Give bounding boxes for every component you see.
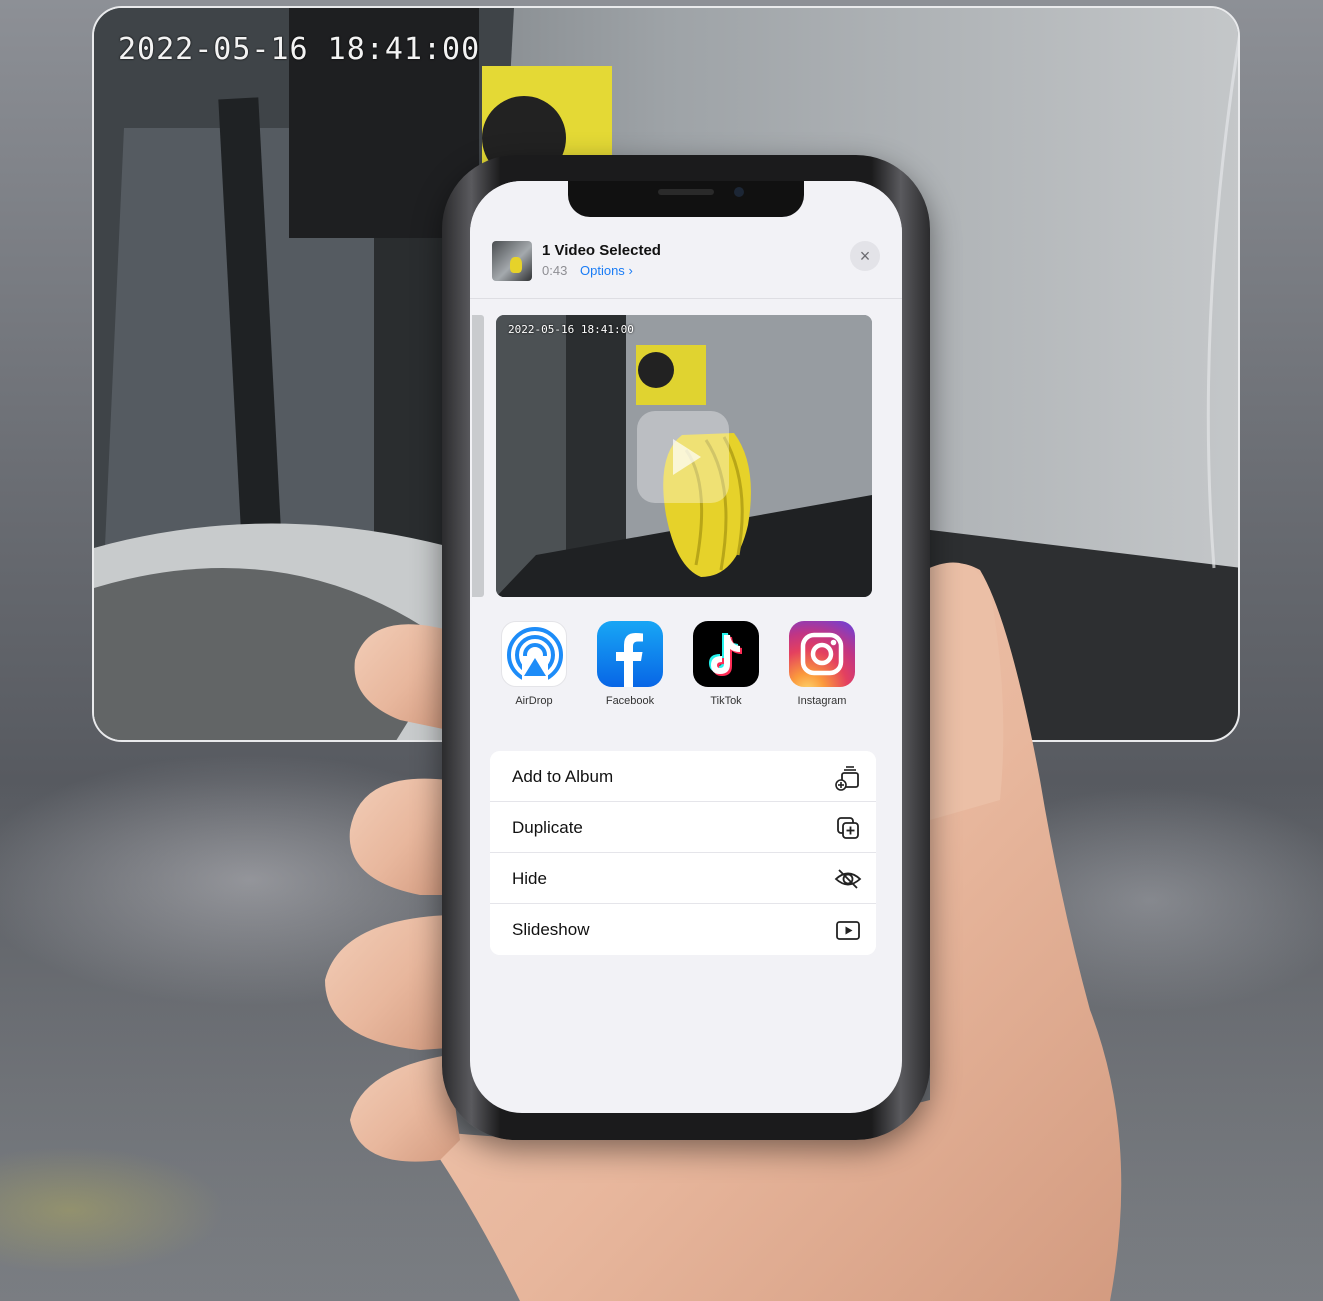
facebook-icon [597, 621, 663, 687]
action-hide[interactable]: Hide [490, 853, 876, 904]
play-icon[interactable] [637, 411, 729, 503]
media-preview-carousel[interactable]: 2022-05-16 18:41:00 [470, 313, 902, 597]
chevron-right-icon: › [628, 263, 633, 278]
instagram-icon [789, 621, 855, 687]
earpiece-speaker [658, 189, 714, 195]
action-label: Duplicate [512, 818, 583, 837]
action-duplicate[interactable]: Duplicate [490, 802, 876, 853]
options-label: Options [580, 263, 625, 278]
preview-timestamp: 2022-05-16 18:41:00 [508, 323, 634, 336]
add-to-album-icon [835, 766, 859, 791]
camera-timestamp: 2022-05-16 18:41:00 [118, 32, 481, 67]
close-icon: × [859, 246, 871, 266]
tiktok-icon [693, 621, 759, 687]
slideshow-play-icon [836, 921, 860, 940]
action-label: Add to Album [512, 767, 614, 786]
front-camera [734, 187, 744, 197]
duplicate-icon [837, 817, 859, 839]
phone-screen: 1 Video Selected 0:43 Options › × 2022-0… [470, 181, 902, 1113]
close-button[interactable]: × [850, 241, 880, 271]
share-app-instagram[interactable]: Instagram [782, 621, 862, 707]
action-label: Slideshow [512, 920, 590, 939]
video-duration: 0:43 [542, 263, 568, 278]
action-slideshow[interactable]: Slideshow [490, 904, 876, 955]
app-label: Facebook [605, 695, 655, 707]
video-thumbnail [492, 241, 532, 281]
previous-item-peek[interactable] [472, 315, 484, 597]
options-link[interactable]: Options › [580, 263, 633, 278]
selection-title: 1 Video Selected [542, 242, 661, 259]
share-apps-row: AirDrop Facebook TikTok Instagram [470, 621, 902, 721]
share-app-tiktok[interactable]: TikTok [686, 621, 766, 707]
iphone-device: 1 Video Selected 0:43 Options › × 2022-0… [442, 155, 930, 1140]
app-label: Instagram [797, 695, 847, 707]
action-label: Hide [512, 869, 547, 888]
airdrop-icon [501, 621, 567, 687]
share-app-airdrop[interactable]: AirDrop [494, 621, 574, 707]
share-app-facebook[interactable]: Facebook [590, 621, 670, 707]
video-preview[interactable]: 2022-05-16 18:41:00 [496, 315, 872, 597]
hide-eye-icon [834, 869, 862, 889]
phone-notch [568, 181, 804, 217]
app-label: TikTok [710, 695, 742, 707]
share-actions-list: Add to Album Duplicate Hide Slideshow [490, 751, 876, 955]
action-add-to-album[interactable]: Add to Album [490, 751, 876, 802]
app-label: AirDrop [515, 695, 553, 707]
